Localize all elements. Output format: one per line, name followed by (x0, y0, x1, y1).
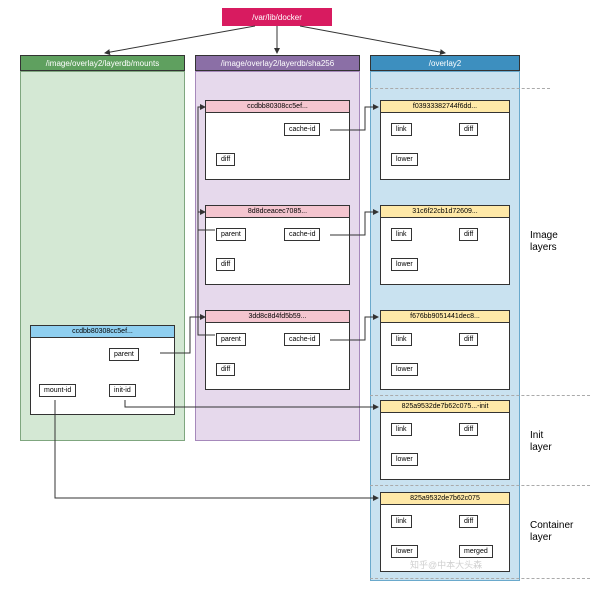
ov-card-0-title: f03933382744f6dd... (380, 100, 510, 113)
label-image-layers: Image layers (530, 230, 558, 254)
ov-card-1-lower: lower (391, 258, 418, 271)
sha-card-2-diff: diff (216, 363, 235, 376)
ov-card-3-title: 825a9532de7b62c075...-init (380, 400, 510, 413)
root-label: /var/lib/docker (252, 13, 302, 22)
ov-card-4-lower: lower (391, 545, 418, 558)
label-container-layer: Container layer (530, 520, 573, 544)
ov-card-0: f03933382744f6dd... link diff lower (380, 100, 510, 180)
sha-card-1: 8d8dceacec7085... parent cache-id diff (205, 205, 350, 285)
ov-card-3-link: link (391, 423, 412, 436)
sha-card-0-diff: diff (216, 153, 235, 166)
col-mounts-header: /image/overlay2/layerdb/mounts (20, 55, 185, 71)
sha-card-1-cache-id: cache-id (284, 228, 320, 241)
ov-card-4-title: 825a9532de7b62c075 (380, 492, 510, 505)
diagram-canvas: /var/lib/docker /image/overlay2/layerdb/… (0, 0, 600, 598)
sha-card-0-title: ccdbb80308cc5ef... (205, 100, 350, 113)
watermark: 知乎@中本大头森 (410, 558, 482, 571)
ov-card-1: 31c6f22cb1d72609... link diff lower (380, 205, 510, 285)
ov-card-3-lower: lower (391, 453, 418, 466)
dash-3 (370, 485, 590, 486)
sha-card-0: ccdbb80308cc5ef... cache-id diff (205, 100, 350, 180)
ov-card-3: 825a9532de7b62c075...-init link diff low… (380, 400, 510, 480)
ov-card-2: f676bb9051441dec8... link diff lower (380, 310, 510, 390)
dash-4 (370, 578, 590, 579)
ov-card-0-diff: diff (459, 123, 478, 136)
col-sha256-header: /image/overlay2/layerdb/sha256 (195, 55, 360, 71)
sha-card-0-cache-id: cache-id (284, 123, 320, 136)
sha-card-2-title: 3dd8c8d4fd5b59... (205, 310, 350, 323)
sha-card-1-diff: diff (216, 258, 235, 271)
sha-card-2-cache-id: cache-id (284, 333, 320, 346)
mounts-card: ccdbb80308cc5ef... parent mount-id init-… (30, 325, 175, 415)
ov-card-1-diff: diff (459, 228, 478, 241)
dash-2 (370, 395, 590, 396)
ov-card-2-diff: diff (459, 333, 478, 346)
ov-card-2-link: link (391, 333, 412, 346)
root-node: /var/lib/docker (222, 8, 332, 26)
mounts-card-title: ccdbb80308cc5ef... (30, 325, 175, 338)
ov-card-0-lower: lower (391, 153, 418, 166)
sha-card-1-title: 8d8dceacec7085... (205, 205, 350, 218)
sha-card-1-parent: parent (216, 228, 246, 241)
label-init-layer: Init layer (530, 430, 552, 454)
dash-1 (370, 88, 550, 89)
ov-card-4-link: link (391, 515, 412, 528)
mounts-parent: parent (109, 348, 139, 361)
ov-card-1-title: 31c6f22cb1d72609... (380, 205, 510, 218)
sha-card-2: 3dd8c8d4fd5b59... parent cache-id diff (205, 310, 350, 390)
ov-card-2-title: f676bb9051441dec8... (380, 310, 510, 323)
ov-card-1-link: link (391, 228, 412, 241)
sha-card-2-parent: parent (216, 333, 246, 346)
ov-card-3-diff: diff (459, 423, 478, 436)
mounts-mount-id: mount-id (39, 384, 76, 397)
col-overlay2-header: /overlay2 (370, 55, 520, 71)
ov-card-0-link: link (391, 123, 412, 136)
ov-card-4-diff: diff (459, 515, 478, 528)
ov-card-4-merged: merged (459, 545, 493, 558)
mounts-init-id: init-id (109, 384, 136, 397)
ov-card-2-lower: lower (391, 363, 418, 376)
